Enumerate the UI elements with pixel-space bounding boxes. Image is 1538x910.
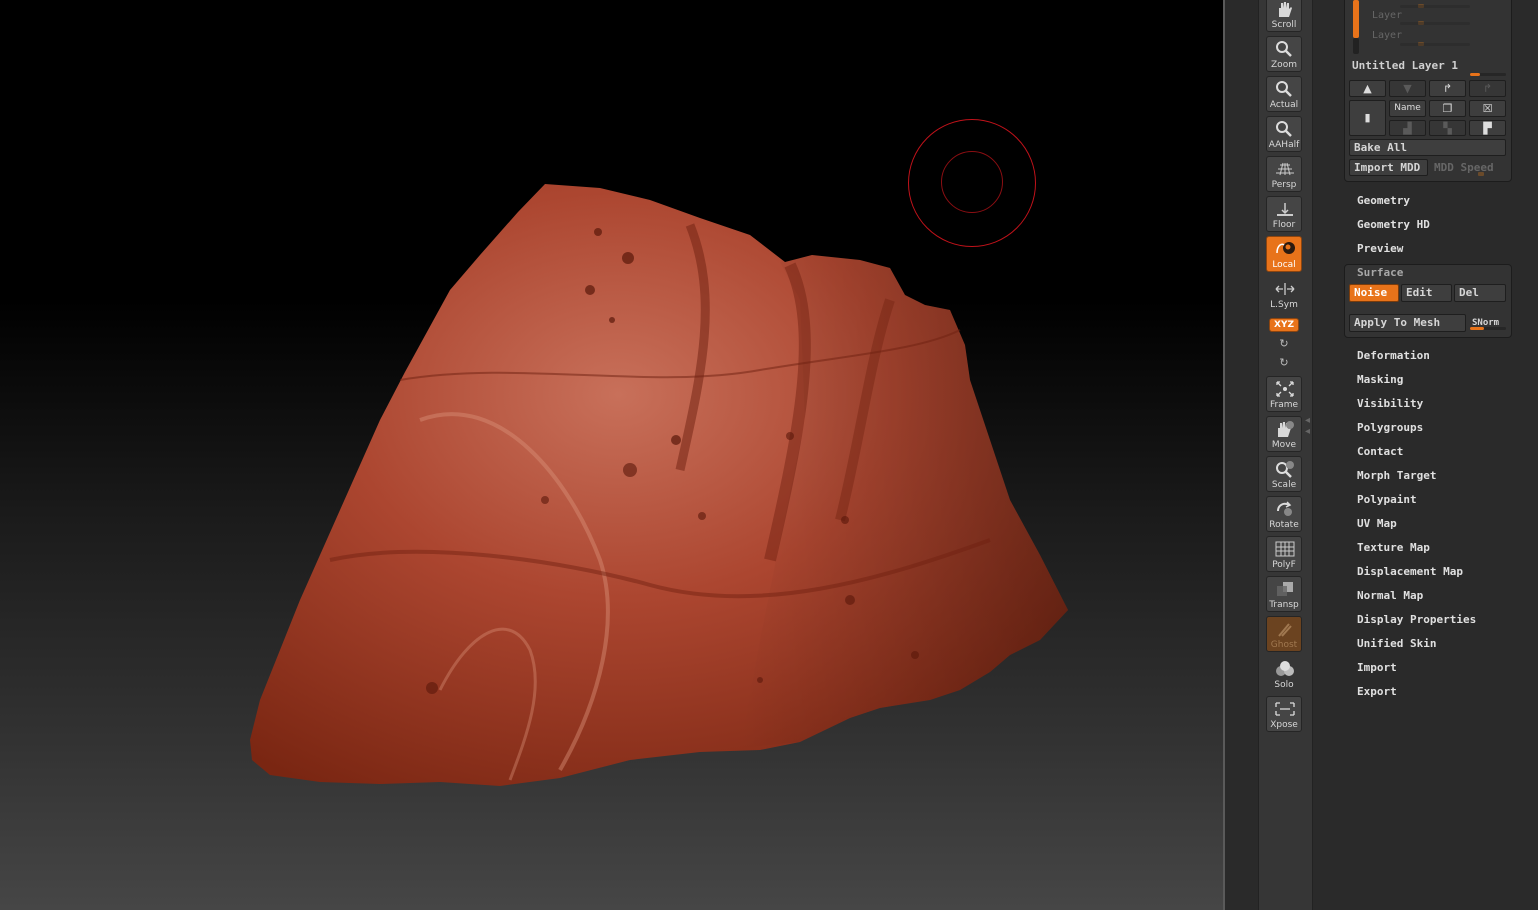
layer-scroll-thumb[interactable]: [1353, 0, 1359, 38]
solo-button[interactable]: Solo: [1266, 656, 1302, 692]
solo-spheres-icon: [1276, 661, 1294, 676]
layer-row-label[interactable]: Layer: [1372, 10, 1402, 21]
rock-mesh[interactable]: [0, 0, 1223, 910]
delete-layer-icon[interactable]: ☒: [1469, 100, 1506, 117]
brush-cursor-inner: [941, 151, 1003, 213]
aahalf-button[interactable]: AAHalf: [1266, 116, 1302, 152]
right-shelf: Scroll Zoom Actual AAHalf Persp Floor Lo…: [1258, 0, 1313, 910]
persp-button[interactable]: Persp: [1266, 156, 1302, 192]
layer-slider-track: [1400, 22, 1470, 25]
layer-down-arrow-icon[interactable]: ▼: [1389, 80, 1426, 97]
actual-button[interactable]: Actual: [1266, 76, 1302, 112]
layer-scroll-track[interactable]: [1353, 38, 1359, 54]
rotate-y-icon[interactable]: ↻: [1269, 337, 1299, 351]
layer-row-label[interactable]: Layer: [1372, 30, 1402, 41]
mdd-speed-slider[interactable]: MDD Speed: [1429, 159, 1506, 176]
transparency-icon: [1277, 582, 1293, 596]
menu-uv-map[interactable]: UV Map: [1357, 517, 1397, 530]
ghost-button[interactable]: Ghost: [1266, 616, 1302, 652]
layer-copy-icon[interactable]: ▛: [1469, 120, 1506, 136]
rotate-icon: [1277, 501, 1292, 516]
frame-icon: [1276, 381, 1294, 397]
layer-slider-track: [1400, 43, 1470, 46]
hand-icon: [1279, 2, 1292, 17]
menu-texture-map[interactable]: Texture Map: [1357, 541, 1430, 554]
local-pivot-icon: [1276, 242, 1295, 254]
rotate-z-icon[interactable]: ↻: [1269, 356, 1299, 370]
menu-masking[interactable]: Masking: [1357, 373, 1403, 386]
noise-button[interactable]: Noise: [1349, 284, 1399, 302]
menu-preview[interactable]: Preview: [1357, 242, 1403, 255]
del-button[interactable]: Del: [1454, 284, 1506, 302]
menu-unified-skin[interactable]: Unified Skin: [1357, 637, 1436, 650]
menu-visibility[interactable]: Visibility: [1357, 397, 1423, 410]
bake-all-button[interactable]: Bake All: [1349, 139, 1506, 156]
layer-slider-track: [1400, 5, 1470, 8]
transp-button[interactable]: Transp: [1266, 576, 1302, 612]
frame-button[interactable]: Frame: [1266, 376, 1302, 412]
magnifier-icon: [1276, 121, 1292, 137]
edit-button[interactable]: Edit: [1401, 284, 1452, 302]
xyz-toggle[interactable]: XYZ: [1269, 318, 1299, 332]
perspective-grid-icon: [1276, 162, 1294, 176]
menu-export[interactable]: Export: [1357, 685, 1397, 698]
polyf-button[interactable]: PolyF: [1266, 536, 1302, 572]
merge-down-icon[interactable]: ▟: [1389, 120, 1426, 136]
scale-icon: [1276, 461, 1294, 478]
scale-button[interactable]: Scale: [1266, 456, 1302, 492]
layer-redo-arrow-icon[interactable]: ↱: [1429, 80, 1466, 97]
layer-strength-slider[interactable]: [1470, 73, 1506, 76]
duplicate-layer-icon[interactable]: ❐: [1429, 100, 1466, 117]
scroll-button[interactable]: Scroll: [1266, 0, 1302, 32]
shelf-gutter: [1225, 0, 1258, 910]
snorm-slider-track[interactable]: [1470, 327, 1506, 330]
menu-geometry[interactable]: Geometry: [1357, 194, 1410, 207]
layer-undo-arrow-icon[interactable]: ↱: [1469, 80, 1506, 97]
menu-geometry-hd[interactable]: Geometry HD: [1357, 218, 1430, 231]
xpose-button[interactable]: Xpose: [1266, 696, 1302, 732]
layer-name-button[interactable]: Name: [1389, 100, 1426, 117]
menu-polygroups[interactable]: Polygroups: [1357, 421, 1423, 434]
ghost-icon: [1278, 623, 1292, 637]
menu-contact[interactable]: Contact: [1357, 445, 1403, 458]
brush-cursor: [908, 119, 1036, 247]
hand-icon: [1278, 421, 1294, 437]
menu-polypaint[interactable]: Polypaint: [1357, 493, 1417, 506]
document-viewport[interactable]: [0, 0, 1223, 910]
import-mdd-button[interactable]: Import MDD: [1349, 159, 1428, 176]
layer-up-arrow-icon[interactable]: ▲: [1349, 80, 1386, 97]
surface-title[interactable]: Surface: [1357, 266, 1403, 279]
xpose-arrows-icon: [1275, 702, 1295, 716]
panel-collapse-arrow-icon[interactable]: ◂ ◂: [1305, 415, 1315, 455]
local-button[interactable]: Local: [1266, 236, 1302, 272]
floor-button[interactable]: Floor: [1266, 196, 1302, 232]
zoom-button[interactable]: Zoom: [1266, 36, 1302, 72]
rotate-button[interactable]: Rotate: [1266, 496, 1302, 532]
menu-deformation[interactable]: Deformation: [1357, 349, 1430, 362]
menu-normal-map[interactable]: Normal Map: [1357, 589, 1423, 602]
move-button[interactable]: Move: [1266, 416, 1302, 452]
magnifier-icon: [1276, 81, 1292, 97]
symmetry-arrows-icon: [1275, 283, 1295, 295]
apply-to-mesh-button[interactable]: Apply To Mesh: [1349, 314, 1466, 332]
magnifier-icon: [1276, 41, 1292, 57]
lsym-button[interactable]: L.Sym: [1266, 276, 1302, 312]
menu-morph-target[interactable]: Morph Target: [1357, 469, 1436, 482]
menu-display-properties[interactable]: Display Properties: [1357, 613, 1476, 626]
mdd-speed-knob[interactable]: [1478, 172, 1484, 176]
floor-icon: [1277, 203, 1293, 216]
menu-displacement-map[interactable]: Displacement Map: [1357, 565, 1463, 578]
current-layer-name[interactable]: Untitled Layer 1: [1352, 59, 1458, 72]
split-layer-icon[interactable]: ▚: [1429, 120, 1466, 136]
menu-import[interactable]: Import: [1357, 661, 1397, 674]
polyframe-grid-icon: [1275, 541, 1295, 557]
new-layer-page-icon[interactable]: ▮: [1349, 100, 1386, 136]
